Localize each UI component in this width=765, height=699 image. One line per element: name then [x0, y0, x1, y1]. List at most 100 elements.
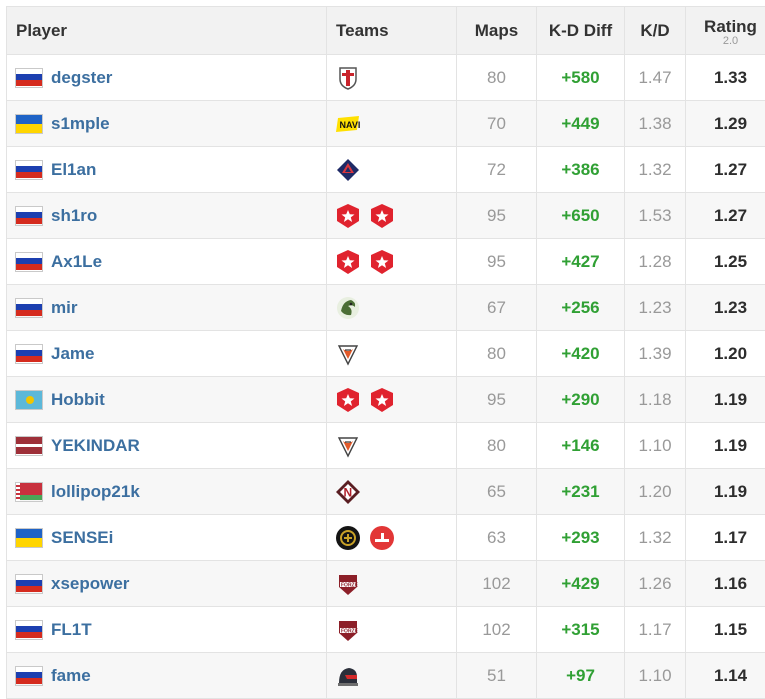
- team-spirit-shield-team-logo-icon[interactable]: [335, 65, 361, 91]
- player-name-link[interactable]: Hobbit: [51, 390, 105, 410]
- gambit-team-logo-icon[interactable]: [335, 249, 361, 275]
- gambit-team-logo-icon[interactable]: [335, 387, 361, 413]
- kd-cell: 1.53: [624, 192, 686, 239]
- rating-cell: 1.19: [685, 422, 765, 469]
- kd-diff-value: +386: [561, 159, 600, 179]
- gambit-team-logo-icon[interactable]: [369, 387, 395, 413]
- maps-value: 102: [482, 573, 511, 593]
- player-cell: s1mple: [6, 100, 327, 147]
- maps-cell: 80: [456, 330, 537, 377]
- player-name-link[interactable]: degster: [51, 68, 112, 88]
- kd-value: 1.39: [638, 343, 672, 363]
- player-name-link[interactable]: YEKINDAR: [51, 436, 140, 456]
- rating-value: 1.19: [713, 389, 748, 409]
- gambit-team-logo-icon[interactable]: [369, 203, 395, 229]
- virtus-pro-team-logo-icon[interactable]: [335, 433, 361, 459]
- spirit-dragon-team-logo-icon[interactable]: [335, 295, 361, 321]
- kd-cell: 1.28: [624, 238, 686, 285]
- team-logos: [335, 203, 456, 229]
- maps-cell: 102: [456, 560, 537, 607]
- teams-cell: [326, 514, 457, 561]
- team-logos: [335, 341, 456, 367]
- header-kd-diff[interactable]: K-D Diff: [536, 6, 625, 55]
- player-name-link[interactable]: Jame: [51, 344, 94, 364]
- maps-value: 80: [487, 67, 506, 87]
- kd-value: 1.38: [638, 113, 672, 133]
- nemiga-team-logo-icon[interactable]: N: [335, 479, 361, 505]
- maps-cell: 72: [456, 146, 537, 193]
- navi-team-logo-icon[interactable]: NAVI: [335, 111, 361, 137]
- teams-cell: [326, 422, 457, 469]
- player-cell: Ax1Le: [6, 238, 327, 285]
- team-logos: [335, 387, 456, 413]
- kd-diff-value: +650: [561, 205, 600, 225]
- red-round-team-logo-icon[interactable]: [369, 525, 395, 551]
- player-cell: Jame: [6, 330, 327, 377]
- kd-cell: 1.10: [624, 652, 686, 699]
- maps-value: 70: [487, 113, 506, 133]
- rating-cell: 1.19: [685, 468, 765, 515]
- player-name-link[interactable]: mir: [51, 298, 77, 318]
- maps-value: 95: [487, 251, 506, 271]
- team-logos: FORZE: [335, 617, 456, 643]
- header-rating-label: Rating: [704, 17, 757, 36]
- maps-value: 80: [487, 343, 506, 363]
- maps-value: 65: [487, 481, 506, 501]
- team-logos: [335, 663, 456, 689]
- player-info: YEKINDAR: [15, 435, 326, 456]
- gambit-team-logo-icon[interactable]: [369, 249, 395, 275]
- teams-cell: FORZE: [326, 606, 457, 653]
- maps-value: 102: [482, 619, 511, 639]
- maps-cell: 67: [456, 284, 537, 331]
- kd-cell: 1.18: [624, 376, 686, 423]
- gambit-team-logo-icon[interactable]: [335, 203, 361, 229]
- russia-flag-icon: [15, 297, 43, 318]
- russia-flag-icon: [15, 159, 43, 180]
- table-row: SENSEi 63 +293 1.32 1.17: [6, 514, 765, 561]
- kd-diff-cell: +650: [536, 192, 625, 239]
- team-logos: [335, 433, 456, 459]
- table-row: FL1T FORZE 102 +315 1.17 1.15: [6, 606, 765, 653]
- player-name-link[interactable]: El1an: [51, 160, 96, 180]
- player-name-link[interactable]: Ax1Le: [51, 252, 102, 272]
- header-kd[interactable]: K/D: [624, 6, 686, 55]
- rating-value: 1.20: [713, 343, 748, 363]
- kd-diff-cell: +256: [536, 284, 625, 331]
- player-name-link[interactable]: fame: [51, 666, 91, 686]
- header-maps[interactable]: Maps: [456, 6, 537, 55]
- rating-value: 1.27: [713, 205, 748, 225]
- forze-team-logo-icon[interactable]: FORZE: [335, 617, 361, 643]
- teams-cell: [326, 192, 457, 239]
- header-rating[interactable]: Rating 2.0: [685, 6, 765, 55]
- player-name-link[interactable]: sh1ro: [51, 206, 97, 226]
- player-name-link[interactable]: xsepower: [51, 574, 129, 594]
- player-name-link[interactable]: SENSEi: [51, 528, 113, 548]
- maps-cell: 63: [456, 514, 537, 561]
- player-name-link[interactable]: s1mple: [51, 114, 110, 134]
- kd-cell: 1.32: [624, 146, 686, 193]
- teams-cell: [326, 146, 457, 193]
- helmet-team-logo-icon[interactable]: [335, 663, 361, 689]
- player-cell: Hobbit: [6, 376, 327, 423]
- kd-diff-cell: +429: [536, 560, 625, 607]
- player-name-link[interactable]: FL1T: [51, 620, 92, 640]
- entropiq-team-logo-icon[interactable]: [335, 157, 361, 183]
- teams-cell: [326, 284, 457, 331]
- ukraine-flag-icon: [15, 527, 43, 548]
- rating-value: 1.17: [713, 527, 748, 547]
- virtus-pro-team-logo-icon[interactable]: [335, 341, 361, 367]
- header-teams: Teams: [326, 6, 457, 55]
- maps-value: 51: [487, 665, 506, 685]
- kd-diff-cell: +449: [536, 100, 625, 147]
- kd-cell: 1.20: [624, 468, 686, 515]
- kd-diff-value: +449: [561, 113, 600, 133]
- kd-cell: 1.23: [624, 284, 686, 331]
- kd-value: 1.32: [638, 527, 672, 547]
- forze-team-logo-icon[interactable]: FORZE: [335, 571, 361, 597]
- player-info: sh1ro: [15, 205, 326, 226]
- header-player[interactable]: Player: [6, 6, 327, 55]
- rating-value: 1.19: [713, 481, 748, 501]
- player-name-link[interactable]: lollipop21k: [51, 482, 140, 502]
- team-logos: [335, 525, 456, 551]
- black-round-team-logo-icon[interactable]: [335, 525, 361, 551]
